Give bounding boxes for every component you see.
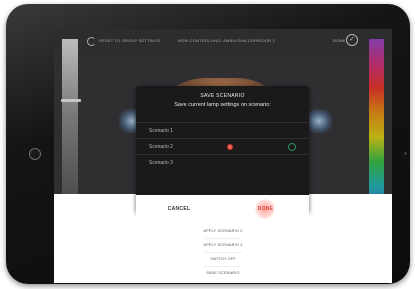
scenario-option-3[interactable]: Scenario 3 (136, 154, 309, 171)
scenario-label: Scenario 2 (149, 144, 173, 150)
apply-scenario-3-button[interactable]: APPLY SCENARIO 3 (54, 243, 392, 247)
touch-indicator-icon (227, 144, 233, 150)
home-button[interactable] (29, 148, 41, 160)
camera (404, 152, 407, 155)
scenario-label: Scenario 1 (149, 128, 173, 134)
scenario-option-1[interactable]: Scenario 1 (136, 122, 309, 139)
apply-scenario-2-button[interactable]: APPLY SCENARIO 2 (54, 229, 392, 233)
divider (204, 266, 242, 267)
scenario-label: Scenario 3 (149, 160, 173, 166)
scenario-option-2[interactable]: Scenario 2 (136, 138, 309, 155)
check-circle-icon (288, 143, 296, 151)
app-screen: RESET TO GROUP SETTINGS NOW CONTROLLING:… (54, 29, 392, 283)
dialog-title: SAVE SCENARIO (200, 93, 245, 99)
save-scenario-dialog: SAVE SCENARIO Save current lamp settings… (136, 86, 309, 213)
divider (204, 238, 242, 239)
cancel-button[interactable]: CANCEL (136, 195, 222, 223)
save-scenario-button[interactable]: SAVE SCENARIO (54, 271, 392, 275)
divider (204, 252, 242, 253)
done-button[interactable]: DONE (222, 195, 309, 223)
dialog-subtitle: Save current lamp settings on scenario: (174, 102, 271, 108)
switch-off-button[interactable]: SWITCH OFF (54, 257, 392, 261)
dialog-button-bar: CANCEL DONE (136, 195, 309, 223)
tablet-frame: RESET TO GROUP SETTINGS NOW CONTROLLING:… (6, 4, 410, 284)
done-button-label: DONE (257, 206, 274, 212)
